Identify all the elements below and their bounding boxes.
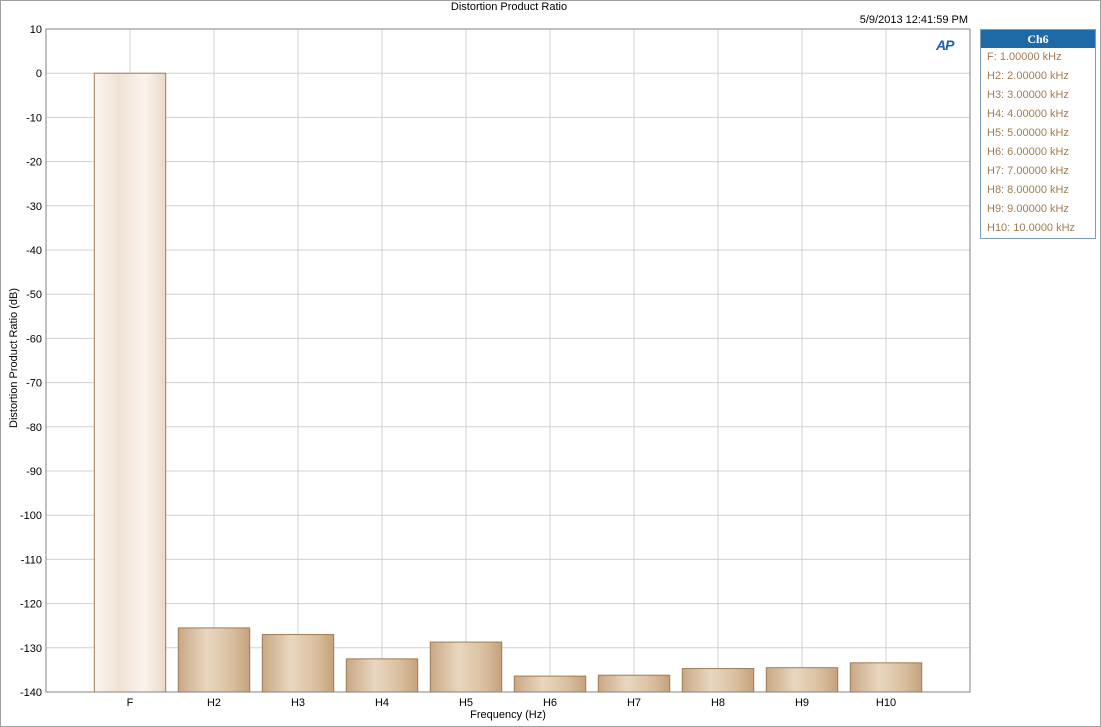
y-tick-label: -20 — [26, 157, 42, 169]
x-tick-label: H6 — [543, 697, 557, 709]
x-tick-label: H4 — [375, 697, 389, 709]
legend-item-h3[interactable]: H3: 3.00000 kHz — [981, 86, 1095, 105]
y-tick-label: -10 — [26, 112, 42, 124]
bar-h7[interactable] — [597, 674, 671, 693]
x-tick-label: H2 — [207, 697, 221, 709]
bar-h2[interactable] — [177, 627, 251, 693]
bar-h9[interactable] — [765, 667, 839, 693]
x-tick-label: H7 — [627, 697, 641, 709]
bar-h3[interactable] — [261, 634, 335, 693]
y-tick-label: -100 — [20, 510, 42, 522]
legend-item-h7[interactable]: H7: 7.00000 kHz — [981, 162, 1095, 181]
y-axis-label: Distortion Product Ratio (dB) — [8, 288, 20, 428]
bar-f[interactable] — [93, 72, 167, 693]
y-tick-label: -50 — [26, 289, 42, 301]
y-tick-label: -110 — [21, 554, 42, 566]
y-tick-label: -130 — [20, 643, 42, 655]
y-tick-label: -140 — [20, 687, 42, 699]
y-tick-label: -30 — [26, 201, 42, 213]
y-tick-label: 10 — [30, 24, 42, 36]
y-tick-label: -60 — [26, 333, 42, 345]
bar-h4[interactable] — [345, 658, 419, 693]
y-tick-label: -80 — [26, 422, 42, 434]
bar-h6[interactable] — [513, 675, 587, 693]
x-axis-label: Frequency (Hz) — [470, 709, 546, 721]
legend-item-h9[interactable]: H9: 9.00000 kHz — [981, 200, 1095, 219]
x-tick-label: H3 — [291, 697, 305, 709]
legend-item-h10[interactable]: H10: 10.0000 kHz — [981, 219, 1095, 238]
x-tick-label: H5 — [459, 697, 473, 709]
y-tick-label: -70 — [26, 378, 42, 390]
y-tick-label: -120 — [20, 599, 42, 611]
legend-title: Ch6 — [981, 30, 1095, 48]
bar-h8[interactable] — [681, 668, 755, 693]
y-tick-label: -40 — [26, 245, 42, 257]
ap-logo-icon: AP — [936, 37, 954, 53]
x-tick-label: H8 — [711, 697, 725, 709]
legend-item-f[interactable]: F: 1.00000 kHz — [981, 48, 1095, 67]
legend-item-h2[interactable]: H2: 2.00000 kHz — [981, 67, 1095, 86]
legend-item-h8[interactable]: H8: 8.00000 kHz — [981, 181, 1095, 200]
legend-item-h6[interactable]: H6: 6.00000 kHz — [981, 143, 1095, 162]
bar-h5[interactable] — [429, 641, 503, 693]
legend-item-h4[interactable]: H4: 4.00000 kHz — [981, 105, 1095, 124]
plot-area: 10 0 -10 -20 -30 -40 -50 -60 -70 -80 -90 -100 -110 -1… — [20, 24, 971, 709]
y-tick-label: -90 — [26, 466, 42, 478]
x-tick-label: H10 — [876, 697, 896, 709]
grid-layer — [46, 28, 970, 693]
legend-item-h5[interactable]: H5: 5.00000 kHz — [981, 124, 1095, 143]
legend-panel[interactable]: Ch6 F: 1.00000 kHz H2: 2.00000 kHz H3: 3… — [980, 29, 1096, 239]
y-tick-label: 0 — [36, 68, 42, 80]
x-tick-label: H9 — [795, 697, 809, 709]
x-tick-label: F — [127, 697, 134, 709]
plot-border — [45, 28, 971, 693]
bar-h10[interactable] — [849, 662, 923, 693]
